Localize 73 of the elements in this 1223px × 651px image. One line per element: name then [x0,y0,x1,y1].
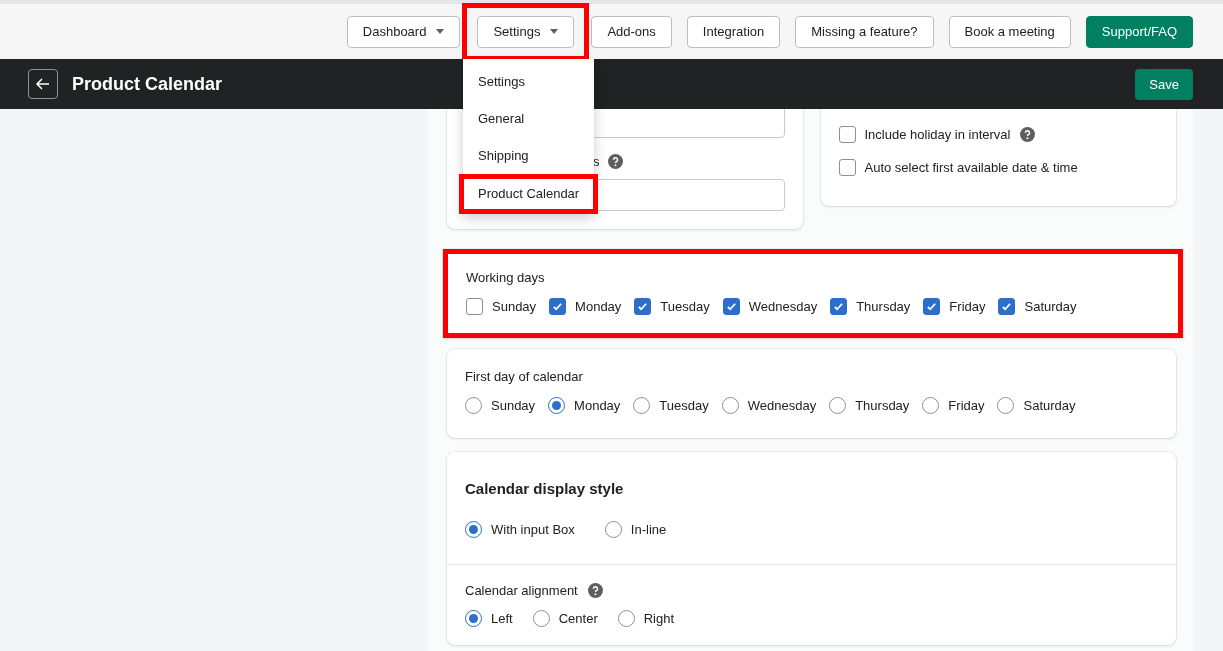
save-button[interactable]: Save [1135,68,1193,100]
nav-button[interactable]: Settings [477,15,575,48]
radio-label: Thursday [855,398,910,413]
nav-button[interactable]: Integration [686,15,781,48]
radio-button[interactable] [465,610,482,627]
radio-label: Friday [948,398,985,413]
section-title: Calendar display style [465,480,625,497]
section-label: Calendar alignment [465,583,578,598]
radio-button[interactable] [633,397,651,414]
nav-button[interactable]: Missing a feature? [795,15,934,48]
nav-button[interactable]: Support/FAQ [1085,15,1193,48]
checkmark-icon [926,301,938,312]
checkmark-icon [833,301,845,312]
back-button[interactable] [28,69,58,99]
page-title: Product Calendar [72,73,223,95]
checkbox-label: Tuesday [660,299,710,314]
checkbox[interactable] [830,298,848,315]
menu-item[interactable]: Product Calendar [459,174,598,214]
help-icon[interactable] [1020,127,1036,142]
radio-label: Right [643,611,675,626]
radio-label: Monday [574,398,621,413]
checkbox[interactable] [838,126,856,143]
checkbox[interactable] [722,298,740,315]
checkmark-icon [1001,301,1013,312]
radio-label: Sunday [491,398,536,413]
menu-item[interactable]: Settings [463,63,594,100]
radio-button[interactable] [721,397,739,414]
checkbox-label: Friday [949,299,986,314]
radio-label: With input Box [491,522,575,537]
radio-label: Tuesday [659,398,709,413]
checkmark-icon [552,301,564,312]
radio-label: Center [558,611,598,626]
checkbox[interactable] [838,159,856,176]
section-label: First day of calendar [465,369,583,384]
checkbox-label: Wednesday [748,299,818,314]
radio-label: Left [491,611,513,626]
radio-button[interactable] [997,397,1015,414]
radio-button[interactable] [465,397,482,414]
checkbox[interactable] [466,298,483,315]
checkbox-label: Sunday [492,299,537,314]
checkbox-label: Auto select first available date & time [864,160,1078,175]
radio-button[interactable] [465,521,482,538]
radio-button[interactable] [617,610,635,627]
checkmark-icon [637,301,649,312]
radio-label: Wednesday [747,398,817,413]
checkbox[interactable] [549,298,567,315]
nav-button[interactable]: Book a meeting [948,15,1071,48]
checkbox-label: Include holiday in interval [864,127,1011,142]
menu-item[interactable]: Shipping [463,137,594,174]
radio-label: In-line [630,522,667,537]
radio-label: Saturday [1023,398,1076,413]
menu-item[interactable]: General [463,100,594,137]
nav-button[interactable]: Add-ons [591,15,672,48]
checkbox[interactable] [998,298,1016,315]
checkbox[interactable] [923,298,941,315]
radio-button[interactable] [548,397,566,414]
radio-button[interactable] [922,397,940,414]
nav-button[interactable]: Dashboard [346,15,461,48]
help-icon[interactable] [607,154,623,169]
caret-icon [550,29,559,34]
section-label: Working days [466,270,545,285]
checkbox-label: Thursday [856,299,911,314]
radio-button[interactable] [604,521,622,538]
caret-icon [436,29,445,34]
radio-button[interactable] [829,397,847,414]
checkmark-icon [725,301,737,312]
checkbox-label: Saturday [1024,299,1077,314]
back-arrow-icon [35,76,51,92]
field-label: s [593,154,600,169]
radio-button[interactable] [532,610,550,627]
checkbox[interactable] [634,298,652,315]
help-icon[interactable] [587,583,603,598]
checkbox-label: Monday [575,299,622,314]
